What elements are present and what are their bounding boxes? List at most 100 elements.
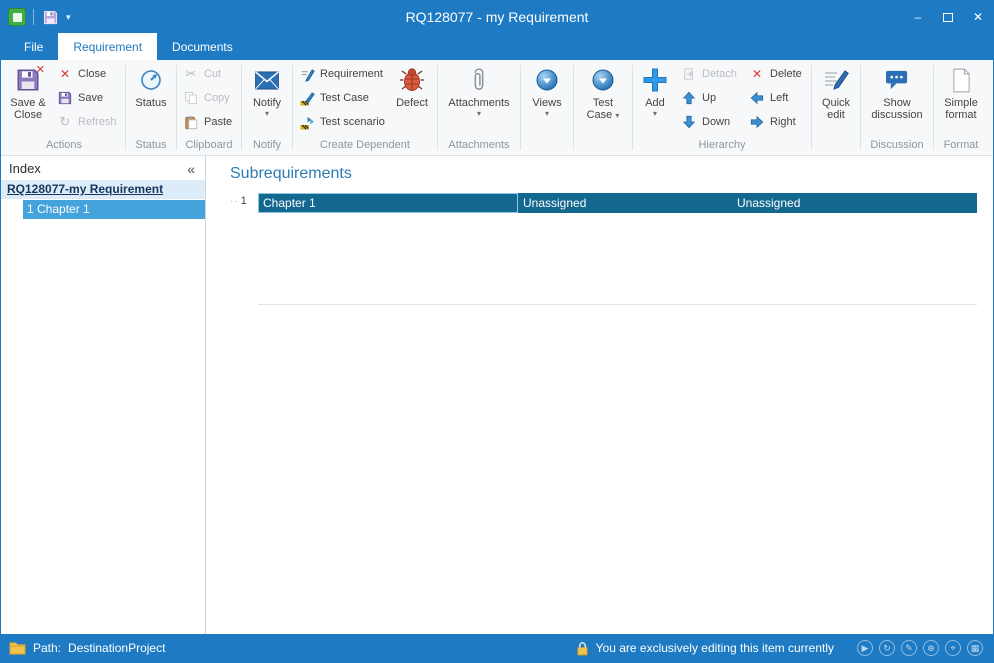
create-test-case-button[interactable]: Test Case (294, 86, 390, 110)
notify-dropdown-icon: ▾ (265, 110, 269, 118)
create-test-scenario-button[interactable]: Test scenario (294, 110, 390, 134)
subrequirement-row[interactable]: Chapter 1 Unassigned Unassigned (258, 193, 977, 213)
paste-button[interactable]: Paste (178, 110, 240, 134)
titlebar-separator (33, 9, 34, 25)
ribbon-separator (632, 65, 633, 150)
tree-item-requirement-root[interactable]: RQ128077-my Requirement (1, 180, 205, 199)
cell-assignment-2[interactable]: Unassigned (732, 193, 977, 213)
cell-assignment-1[interactable]: Unassigned (518, 193, 732, 213)
ribbon-separator (520, 65, 521, 150)
edit-icon[interactable]: ✎ (901, 640, 917, 656)
create-requirement-button[interactable]: Requirement (294, 62, 390, 86)
simple-format-button[interactable]: Simple format (935, 62, 987, 138)
save-and-close-button[interactable]: ✕ Save & Close (4, 62, 52, 138)
group-label-format: Format (935, 139, 987, 155)
refresh-icon: ↻ (57, 114, 73, 130)
close-overlay-icon: ✕ (36, 63, 45, 76)
create-requirement-label: Requirement (320, 68, 383, 80)
delete-icon: ✕ (749, 66, 765, 82)
left-button[interactable]: Left (744, 86, 808, 110)
cut-button[interactable]: ✂ Cut (178, 62, 240, 86)
create-defect-button[interactable]: Defect (390, 62, 434, 138)
tab-requirement[interactable]: Requirement (58, 33, 157, 60)
defect-label: Defect (396, 97, 428, 109)
views-dropdown-icon: ▾ (545, 110, 549, 118)
test-case-views-label: Test Case (587, 97, 613, 121)
ribbon-separator (573, 65, 574, 150)
up-label: Up (702, 92, 716, 104)
refresh-button[interactable]: ↻ Refresh (52, 110, 120, 134)
minimize-button[interactable]: – (903, 1, 933, 33)
add-plus-icon (642, 66, 668, 94)
delete-button[interactable]: ✕ Delete (744, 62, 808, 86)
refresh-label: Refresh (78, 116, 117, 128)
save-button[interactable]: Save (52, 86, 120, 110)
ribbon-group-status: Status Status (127, 60, 175, 155)
close-window-button[interactable]: ✕ (963, 1, 993, 33)
detach-button[interactable]: Detach (676, 62, 744, 86)
collapse-panel-icon[interactable]: « (187, 162, 195, 176)
ribbon-group-format: Simple format Format (935, 60, 987, 155)
group-label-views (522, 139, 572, 155)
quick-access-dropdown-icon[interactable]: ▾ (66, 12, 71, 23)
attachments-label: Attachments (448, 97, 509, 109)
content-divider (258, 304, 977, 305)
titlebar: ▾ RQ128077 - my Requirement – ✕ (1, 1, 993, 33)
ribbon-separator (860, 65, 861, 150)
test-case-views-button[interactable]: Test Case ▾ (575, 62, 631, 138)
test-case-dropdown-icon: ▾ (615, 111, 619, 120)
document-page-icon (952, 66, 971, 94)
attachments-dropdown-icon: ▾ (477, 110, 481, 118)
notify-button[interactable]: Notify ▾ (243, 62, 291, 138)
path-label: Path: (33, 641, 61, 655)
cell-name[interactable]: Chapter 1 (258, 193, 518, 213)
play-icon[interactable]: ▶ (857, 640, 873, 656)
views-button[interactable]: Views ▾ (522, 62, 572, 138)
paste-label: Paste (204, 116, 232, 128)
tab-file[interactable]: File (9, 33, 58, 60)
grid-icon[interactable]: ▦ (967, 640, 983, 656)
quick-edit-button[interactable]: Quick edit (813, 62, 859, 138)
status-icon (139, 66, 163, 94)
window-title: RQ128077 - my Requirement (1, 9, 993, 25)
quick-save-icon[interactable] (41, 8, 59, 26)
maximize-button[interactable] (933, 1, 963, 33)
paperclip-icon (468, 66, 490, 94)
detach-label: Detach (702, 68, 737, 80)
show-discussion-button[interactable]: Show discussion (863, 62, 931, 138)
app-icon (8, 8, 26, 26)
attachments-button[interactable]: Attachments ▾ (440, 62, 518, 138)
ribbon-group-test-case: Test Case ▾ (575, 60, 631, 155)
row-index: ··1 (230, 195, 247, 207)
right-label: Right (770, 116, 796, 128)
create-test-scenario-label: Test scenario (320, 116, 385, 128)
target-icon[interactable]: ⌖ (945, 640, 961, 656)
group-label-quick-edit (813, 139, 859, 155)
window-controls: – ✕ (903, 1, 993, 33)
tree-item-chapter-1[interactable]: 1 Chapter 1 (23, 200, 205, 219)
add-button[interactable]: Add ▾ (634, 62, 676, 138)
up-button[interactable]: Up (676, 86, 744, 110)
folder-icon (9, 641, 26, 655)
right-arrow-icon (749, 114, 765, 130)
test-case-icon (299, 90, 315, 106)
close-button[interactable]: ✕ Close (52, 62, 120, 86)
down-arrow-icon (681, 114, 697, 130)
down-label: Down (702, 116, 730, 128)
ribbon-group-notify: Notify ▾ Notify (243, 60, 291, 155)
cut-label: Cut (204, 68, 221, 80)
copy-button[interactable]: Copy (178, 86, 240, 110)
add-icon[interactable]: ⊕ (923, 640, 939, 656)
group-label-discussion: Discussion (862, 139, 932, 155)
ribbon-group-discussion: Show discussion Discussion (862, 60, 932, 155)
status-button[interactable]: Status (127, 62, 175, 138)
down-button[interactable]: Down (676, 110, 744, 134)
lock-icon (576, 641, 589, 656)
history-icon[interactable]: ↻ (879, 640, 895, 656)
ribbon-group-attachments: Attachments ▾ Attachments (439, 60, 519, 155)
copy-label: Copy (204, 92, 230, 104)
status-label: Status (135, 97, 166, 109)
right-button[interactable]: Right (744, 110, 808, 134)
tab-documents[interactable]: Documents (157, 33, 248, 60)
delete-label: Delete (770, 68, 802, 80)
